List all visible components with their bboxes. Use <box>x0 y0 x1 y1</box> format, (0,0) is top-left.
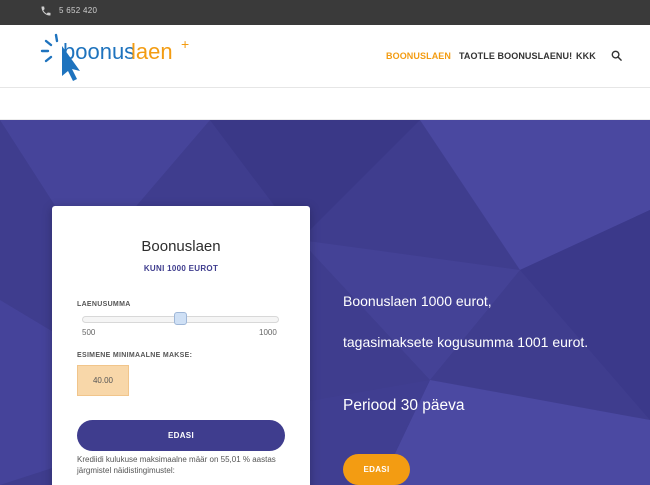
hero-line-total-repayment: tagasimaksete kogusumma 1001 eurot. <box>343 334 589 350</box>
search-icon[interactable] <box>611 50 622 61</box>
click-rays-icon <box>40 33 59 63</box>
svg-text:+: + <box>181 36 189 52</box>
site-header: boonus laen + BOONUSLAEN TAOTLE BOONUSLA… <box>0 25 650 88</box>
nav-item-boonuslaen[interactable]: BOONUSLAEN <box>386 51 451 61</box>
nav-item-kkk[interactable]: KKK <box>576 51 596 61</box>
site-logo[interactable]: boonus laen + <box>38 31 203 81</box>
slider-min-label: 500 <box>82 328 96 337</box>
card-subtitle: KUNI 1000 EUROT <box>143 264 219 273</box>
nav-item-taotle[interactable]: TAOTLE BOONUSLAENU! <box>459 51 572 61</box>
slider-max-label: 1000 <box>259 328 277 337</box>
hero-line-loan-amount: Boonuslaen 1000 eurot, <box>343 293 492 309</box>
payment-label: ESIMENE MINIMAALNE MAKSE: <box>77 352 193 359</box>
continue-button[interactable]: EDASI <box>77 420 285 451</box>
loan-calculator-card: Boonuslaen KUNI 1000 EUROT LAENUSUMMA 50… <box>52 206 310 485</box>
svg-text:laen: laen <box>131 39 173 64</box>
hero-continue-button[interactable]: EDASI <box>343 454 410 485</box>
hero-line-period: Periood 30 päeva <box>343 397 465 414</box>
phone-icon <box>41 6 51 16</box>
svg-text:boonus: boonus <box>63 39 135 64</box>
card-title: Boonuslaen <box>141 238 221 255</box>
amount-slider-thumb[interactable] <box>174 312 187 325</box>
top-bar: 5 652 420 <box>0 0 650 25</box>
header-spacer <box>0 89 650 120</box>
apr-footnote: Krediidi kulukuse maksimaalne määr on 55… <box>77 455 276 475</box>
first-payment-value: 40.00 <box>77 365 129 396</box>
amount-label: LAENUSUMMA <box>77 301 131 308</box>
phone-number[interactable]: 5 652 420 <box>59 6 97 15</box>
